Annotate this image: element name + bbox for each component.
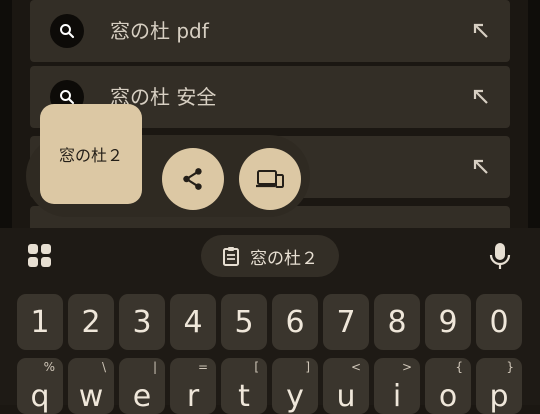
key-w[interactable]: \ w: [68, 358, 114, 414]
key-5[interactable]: 5: [221, 294, 267, 350]
fill-query-arrow-icon[interactable]: [470, 86, 492, 108]
suggestion-text: 窓の杜 pdf: [110, 19, 209, 43]
left-edge: [0, 0, 12, 228]
fill-query-arrow-icon[interactable]: [470, 156, 492, 178]
key-3[interactable]: 3: [119, 294, 165, 350]
key-8[interactable]: 8: [374, 294, 420, 350]
microphone-icon: [489, 243, 511, 269]
clipboard-icon: [223, 247, 239, 266]
clipboard-chip[interactable]: 窓の杜２: [201, 235, 339, 277]
key-y[interactable]: ] y: [272, 358, 318, 414]
key-9[interactable]: 9: [425, 294, 471, 350]
search-icon: [50, 14, 84, 48]
key-4[interactable]: 4: [170, 294, 216, 350]
suggestion-row[interactable]: 窓の杜 pdf: [30, 0, 510, 62]
share-icon: [183, 168, 202, 190]
key-7[interactable]: 7: [323, 294, 369, 350]
clipboard-preview[interactable]: 窓の杜２: [40, 104, 142, 204]
clipboard-chip-text: 窓の杜２: [250, 248, 318, 269]
key-u[interactable]: < u: [323, 358, 369, 414]
key-1[interactable]: 1: [17, 294, 63, 350]
key-p[interactable]: } p: [476, 358, 522, 414]
key-o[interactable]: {o: [425, 358, 471, 414]
send-to-device-button[interactable]: [239, 148, 301, 210]
send-to-device-icon: [256, 170, 284, 188]
key-t[interactable]: [t: [221, 358, 267, 414]
clipboard-preview-text: 窓の杜２: [58, 146, 123, 165]
key-i[interactable]: > i: [374, 358, 420, 414]
key-0[interactable]: 0: [476, 294, 522, 350]
voice-input-button[interactable]: [478, 234, 522, 278]
share-button[interactable]: [162, 148, 224, 210]
fill-query-arrow-icon[interactable]: [470, 20, 492, 42]
key-2[interactable]: 2: [68, 294, 114, 350]
key-r[interactable]: = r: [170, 358, 216, 414]
key-q[interactable]: % q: [17, 358, 63, 414]
key-6[interactable]: 6: [272, 294, 318, 350]
key-e[interactable]: | e: [119, 358, 165, 414]
right-edge: [528, 0, 540, 228]
apps-grid-icon[interactable]: [27, 243, 53, 269]
